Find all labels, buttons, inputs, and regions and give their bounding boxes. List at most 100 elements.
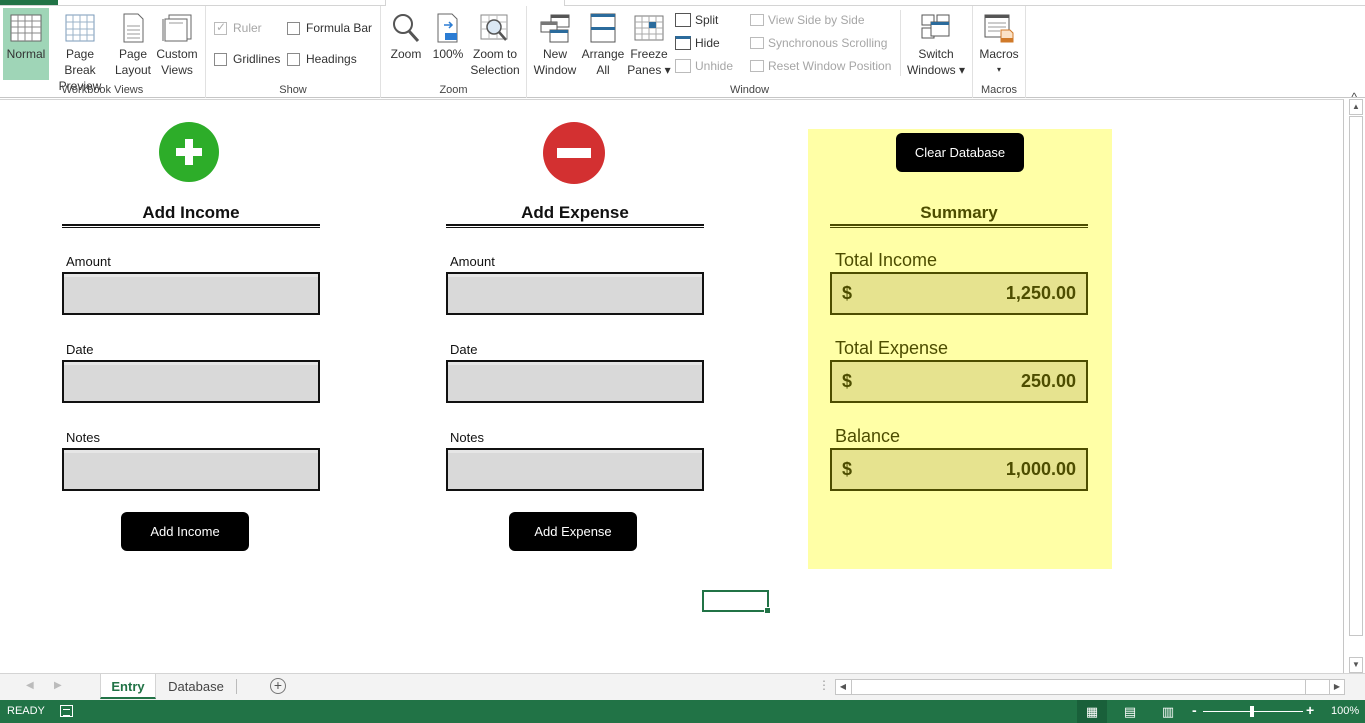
window-group-separator <box>900 10 901 76</box>
reset-window-position-button[interactable]: Reset Window Position <box>750 56 891 76</box>
page-break-preview-button[interactable]: Page Break Preview <box>51 8 109 93</box>
income-amount-field[interactable] <box>62 272 320 315</box>
summary-title: Summary <box>920 203 998 222</box>
unhide-label: Unhide <box>695 59 734 73</box>
hide-icon <box>675 36 691 50</box>
sheet-tab-bar: ◀ ▶ Entry Database + ⋮ ◀ ▶ <box>0 673 1365 700</box>
zoom-group-label: Zoom <box>439 84 468 96</box>
expense-notes-field[interactable] <box>446 448 704 491</box>
unhide-button[interactable]: Unhide <box>675 56 733 76</box>
zoom-in-icon[interactable]: + <box>1306 702 1314 718</box>
magnifier-icon <box>389 12 423 44</box>
zoom-out-icon[interactable]: - <box>1192 702 1197 718</box>
custom-views-icon <box>160 12 194 44</box>
status-mode: READY <box>7 705 45 717</box>
normal-view-button[interactable]: Normal <box>3 8 49 80</box>
sheet-tab-database[interactable]: Database <box>158 674 234 699</box>
new-window-button[interactable]: New Window <box>532 8 578 80</box>
view-side-by-side-label: View Side by Side <box>768 13 865 27</box>
clear-database-button[interactable]: Clear Database <box>896 133 1024 172</box>
freeze-panes-button[interactable]: Freeze Panes ▾ <box>626 8 672 80</box>
switch-windows-label-1: Switch <box>918 47 954 61</box>
income-notes-field[interactable] <box>62 448 320 491</box>
gridlines-label: Gridlines <box>233 52 281 66</box>
page-layout-status-icon[interactable]: ▤ <box>1115 700 1145 723</box>
horizontal-split-handle-icon[interactable]: ⋮ <box>818 678 830 692</box>
show-group-label: Show <box>279 84 307 96</box>
macro-recording-icon[interactable] <box>60 705 73 717</box>
scroll-up-arrow-icon[interactable]: ▲ <box>1349 99 1363 115</box>
page-break-status-icon[interactable]: ▥ <box>1153 700 1183 723</box>
zoom-button[interactable]: Zoom <box>384 8 428 80</box>
gridlines-check-icon <box>214 52 227 66</box>
income-notes-label: Notes <box>66 430 100 445</box>
total-expense-value-box: $ 250.00 <box>830 360 1088 403</box>
horizontal-scrollbar[interactable]: ◀ ▶ <box>835 679 1345 695</box>
split-button[interactable]: Split <box>675 10 718 30</box>
zoom-level[interactable]: 100% <box>1331 705 1359 717</box>
vertical-scrollbar[interactable]: ▲ ▼ <box>1347 99 1365 676</box>
balance-value-box: $ 1,000.00 <box>830 448 1088 491</box>
normal-view-status-icon[interactable]: ▦ <box>1077 700 1107 723</box>
scroll-left-arrow-icon[interactable]: ◀ <box>836 680 850 694</box>
previous-sheet-icon[interactable]: ◀ <box>26 680 34 691</box>
new-sheet-plus-icon[interactable]: + <box>270 678 286 694</box>
gridlines-checkbox[interactable]: Gridlines <box>214 49 280 69</box>
custom-views-button[interactable]: Custom Views <box>154 8 200 80</box>
scroll-right-arrow-icon[interactable]: ▶ <box>1329 680 1344 694</box>
custom-views-label-2: Views <box>161 63 193 77</box>
add-income-plus-icon[interactable] <box>159 122 219 182</box>
formula-bar-checkbox[interactable]: Formula Bar <box>287 18 372 38</box>
ruler-checkbox[interactable]: Ruler <box>214 18 262 38</box>
add-income-button[interactable]: Add Income <box>121 512 249 551</box>
headings-label: Headings <box>306 52 357 66</box>
macros-dropdown-icon[interactable]: ▾ <box>976 62 1022 78</box>
freeze-panes-icon <box>632 12 666 44</box>
total-income-currency: $ <box>842 283 853 303</box>
add-income-title: Add Income <box>142 203 240 222</box>
add-expense-title-rule <box>446 224 704 228</box>
formula-bar-check-icon <box>287 21 300 35</box>
arrange-all-button[interactable]: Arrange All <box>580 8 626 80</box>
view-side-by-side-button[interactable]: View Side by Side <box>750 10 865 30</box>
page-layout-label-2: Layout <box>114 63 152 77</box>
synchronous-scrolling-label: Synchronous Scrolling <box>768 36 888 50</box>
synchronous-scrolling-button[interactable]: Synchronous Scrolling <box>750 33 887 53</box>
hide-label: Hide <box>695 36 720 50</box>
hide-button[interactable]: Hide <box>675 33 720 53</box>
expense-amount-label: Amount <box>450 254 495 269</box>
page-layout-icon <box>116 12 150 44</box>
summary-panel: Clear Database Summary Total Income $ 1,… <box>808 129 1112 569</box>
page-break-preview-icon <box>63 12 97 44</box>
income-amount-label: Amount <box>66 254 111 269</box>
total-income-value-box: $ 1,250.00 <box>830 272 1088 315</box>
macros-button[interactable]: Macros ▾ <box>976 8 1022 80</box>
total-income-label: Total Income <box>835 250 938 270</box>
income-date-field[interactable] <box>62 360 320 403</box>
active-cell-selection[interactable] <box>702 590 771 614</box>
zoom-100-button[interactable]: 100% <box>428 8 468 80</box>
zoom-to-selection-button[interactable]: Zoom to Selection <box>469 8 521 80</box>
zoom-slider-thumb[interactable] <box>1250 706 1254 717</box>
formula-bar-label: Formula Bar <box>306 21 373 35</box>
add-expense-minus-icon[interactable] <box>543 122 605 184</box>
vertical-scroll-thumb[interactable] <box>1349 116 1363 636</box>
summary-title-rule <box>830 224 1088 228</box>
expense-date-field[interactable] <box>446 360 704 403</box>
next-sheet-icon[interactable]: ▶ <box>54 680 62 691</box>
normal-view-icon <box>9 12 43 44</box>
page-layout-button[interactable]: Page Layout <box>112 8 154 80</box>
horizontal-scroll-thumb[interactable] <box>851 680 1306 694</box>
sheet-tab-entry[interactable]: Entry <box>100 674 156 699</box>
headings-checkbox[interactable]: Headings <box>287 49 357 69</box>
zoom-to-selection-label-1: Zoom to <box>472 47 517 61</box>
macros-group: Macros ▾ Macros <box>973 6 1026 98</box>
scroll-down-arrow-icon[interactable]: ▼ <box>1349 657 1363 673</box>
add-income-title-rule <box>62 224 320 228</box>
expense-amount-field[interactable] <box>446 272 704 315</box>
worksheet-area[interactable]: Add Income Amount Date Notes Add Income … <box>0 99 1344 673</box>
custom-views-label-1: Custom <box>156 47 198 61</box>
ruler-label: Ruler <box>233 21 262 35</box>
switch-windows-button[interactable]: Switch Windows ▾ <box>905 8 967 80</box>
add-expense-button[interactable]: Add Expense <box>509 512 637 551</box>
